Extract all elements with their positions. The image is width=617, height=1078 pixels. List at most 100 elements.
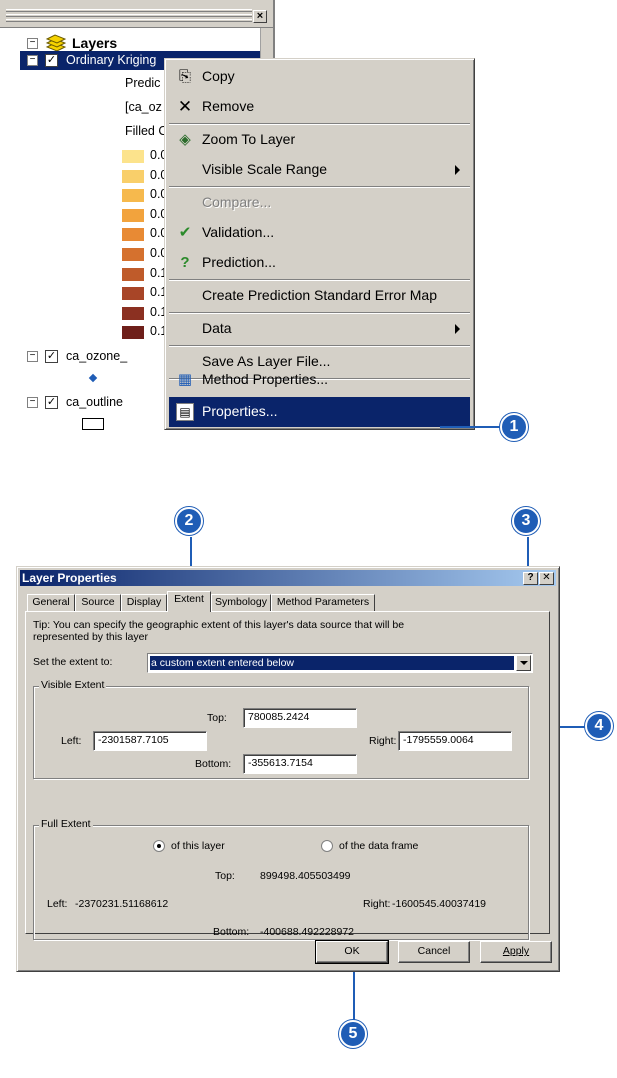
radio-of-this-layer[interactable]: [153, 840, 165, 852]
visible-right-label: Right:: [369, 735, 397, 747]
full-top-value: 899498.405503499: [260, 870, 351, 882]
layer-context-menu: ⎘ Copy ✕ Remove ◈ Zoom To Layer Visible Sca…: [164, 58, 475, 430]
visible-top-field[interactable]: 780085.2424: [243, 708, 357, 728]
tab-symbology[interactable]: Symbology: [211, 594, 271, 611]
legend-swatch: [122, 169, 144, 183]
validation-icon: ✔: [178, 224, 192, 241]
menu-item-validation[interactable]: ✔ Validation...: [169, 218, 470, 248]
full-bottom-value: -400688.492228972: [260, 926, 355, 938]
properties-icon: ▤: [176, 403, 194, 421]
submenu-arrow-icon: [455, 324, 460, 334]
layer-name[interactable]: Ordinary Kriging: [66, 53, 164, 67]
collapse-icon[interactable]: −: [27, 351, 38, 362]
layer-subitem: Filled C: [125, 124, 165, 138]
tab-display[interactable]: Display: [121, 594, 167, 611]
callout-2: 2: [175, 507, 203, 535]
legend-swatch: [122, 248, 144, 261]
layer-subitem: [ca_oz: [125, 100, 162, 114]
toc-root-label: Layers: [72, 35, 118, 51]
callout-leader-line: [440, 426, 500, 428]
collapse-icon[interactable]: −: [27, 55, 38, 66]
callout-3: 3: [512, 507, 540, 535]
callout-5: 5: [339, 1020, 367, 1048]
radio-of-the-data-frame-label: of the data frame: [339, 840, 419, 852]
toc-grip-line: [6, 14, 252, 17]
toc-titlebar[interactable]: ×: [0, 0, 273, 28]
zoom-to-layer-icon: ◈: [179, 131, 191, 148]
menu-item-prediction[interactable]: ? Prediction...: [169, 248, 470, 278]
extent-dropdown[interactable]: a custom extent entered below: [147, 653, 533, 673]
legend-swatch: [122, 228, 144, 242]
dialog-titlebar[interactable]: Layer Properties ? ✕: [20, 570, 556, 586]
layer-visibility-checkbox[interactable]: ✓: [45, 396, 58, 409]
dialog-title: Layer Properties: [22, 571, 117, 585]
layer-subitem: Predic: [125, 76, 161, 90]
tab-source[interactable]: Source: [75, 594, 121, 611]
ok-button[interactable]: OK: [315, 940, 389, 964]
tip-text: Tip: You can specify the geographic exte…: [33, 619, 405, 643]
method-properties-icon: ▦: [177, 371, 193, 388]
layer-properties-dialog: Layer Properties ? ✕ General Source Disp…: [16, 566, 560, 972]
help-icon[interactable]: ?: [523, 572, 538, 585]
menu-item-zoom-to-layer[interactable]: ◈ Zoom To Layer: [169, 125, 470, 155]
remove-icon: ✕: [177, 97, 193, 116]
copy-icon: ⎘: [178, 68, 191, 85]
legend-swatch: [122, 267, 144, 281]
layer-name[interactable]: ca_ozone_: [66, 349, 164, 363]
collapse-icon[interactable]: −: [27, 38, 38, 49]
visible-bottom-field[interactable]: -355613.7154: [243, 754, 357, 774]
submenu-arrow-icon: [455, 165, 460, 175]
visible-right-field[interactable]: -1795559.0064: [398, 731, 512, 751]
toc-grip-line: [6, 19, 252, 22]
callout-1: 1: [500, 413, 528, 441]
full-extent-legend: Full Extent: [39, 818, 93, 830]
full-extent-group: [33, 825, 529, 940]
full-top-label: Top:: [215, 870, 235, 882]
extent-dropdown-value: a custom extent entered below: [150, 656, 514, 670]
legend-swatch: [122, 287, 144, 301]
full-left-value: -2370231.51168612: [75, 898, 169, 910]
menu-item-visible-scale-range[interactable]: Visible Scale Range: [169, 155, 470, 185]
chevron-down-icon[interactable]: [516, 655, 531, 671]
legend-swatch: [122, 306, 144, 320]
legend-swatch: [122, 208, 144, 222]
layers-icon: [45, 34, 67, 52]
tab-method-parameters[interactable]: Method Parameters: [271, 594, 375, 611]
full-right-value: -1600545.40037419: [392, 898, 487, 910]
cancel-button[interactable]: Cancel: [398, 941, 470, 963]
legend-swatch: [122, 326, 144, 340]
callout-4: 4: [585, 712, 613, 740]
prediction-icon: ?: [180, 254, 190, 271]
radio-of-the-data-frame[interactable]: [321, 840, 333, 852]
apply-button[interactable]: Apply: [480, 941, 552, 963]
tab-general[interactable]: General: [27, 594, 75, 611]
toc-grip-line: [6, 9, 252, 12]
visible-extent-legend: Visible Extent: [39, 679, 107, 691]
legend-swatch: [122, 189, 144, 203]
menu-item-data[interactable]: Data: [169, 314, 470, 344]
layer-visibility-checkbox[interactable]: ✓: [45, 54, 58, 67]
menu-item-copy[interactable]: ⎘ Copy: [169, 62, 470, 92]
menu-item-remove[interactable]: ✕ Remove: [169, 92, 470, 122]
layer-visibility-checkbox[interactable]: ✓: [45, 350, 58, 363]
visible-left-label: Left:: [61, 735, 82, 747]
layer-name[interactable]: ca_outline: [66, 395, 164, 409]
menu-item-properties[interactable]: ▤ Properties...: [169, 397, 470, 427]
menu-item-method-properties[interactable]: ▦ Method Properties...: [169, 365, 470, 395]
full-left-label: Left:: [47, 898, 68, 910]
close-icon[interactable]: ✕: [539, 572, 554, 585]
menu-item-create-prediction-standard-error-map[interactable]: Create Prediction Standard Error Map: [169, 281, 470, 311]
radio-of-this-layer-label: of this layer: [171, 840, 225, 852]
collapse-icon[interactable]: −: [27, 397, 38, 408]
visible-left-field[interactable]: -2301587.7105: [93, 731, 207, 751]
polygon-symbol-icon: [82, 418, 104, 430]
visible-bottom-label: Bottom:: [195, 758, 232, 770]
tab-extent[interactable]: Extent: [167, 591, 211, 612]
close-icon[interactable]: ×: [253, 10, 267, 23]
full-bottom-label: Bottom:: [213, 926, 250, 938]
set-extent-label: Set the extent to:: [33, 656, 113, 668]
full-right-label: Right:: [363, 898, 391, 910]
legend-swatch: [122, 150, 144, 163]
visible-top-label: Top:: [207, 712, 227, 724]
menu-item-compare: Compare...: [202, 194, 272, 210]
